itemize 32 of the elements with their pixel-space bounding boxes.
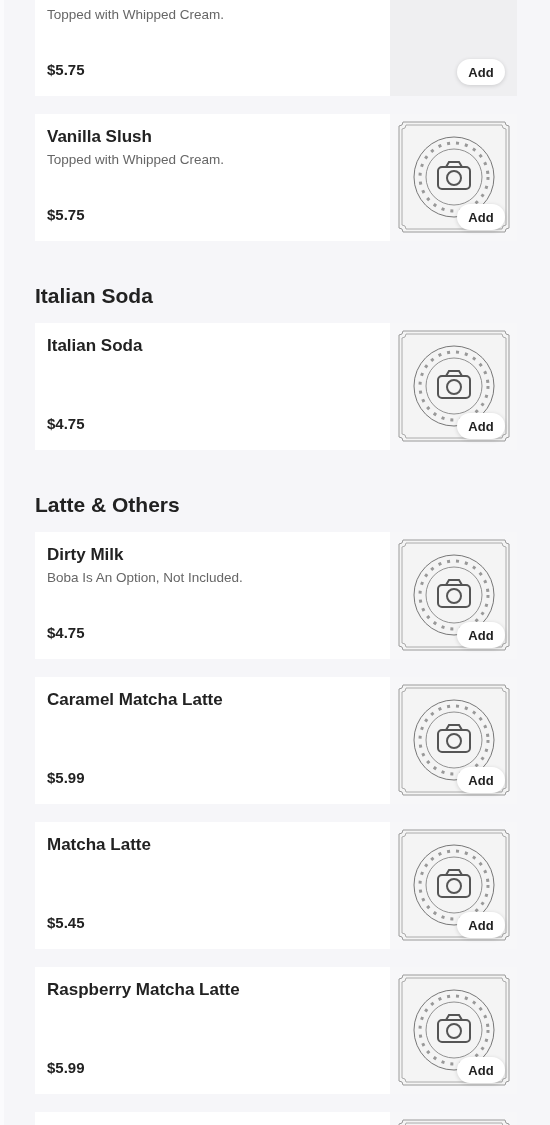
item-description: Boba Is An Option, Not Included. xyxy=(47,569,244,587)
add-button[interactable]: Add xyxy=(457,1057,505,1083)
item-price: $5.99 xyxy=(47,769,86,786)
item-name: Dirty Milk xyxy=(47,544,125,566)
add-button[interactable]: Add xyxy=(457,767,505,793)
add-button[interactable]: Add xyxy=(457,204,505,230)
item-price: $5.75 xyxy=(47,61,86,78)
item-name: Matcha Latte xyxy=(47,834,152,856)
menu-item-card[interactable]: Topped with Whipped Cream. $5.75 Add xyxy=(35,0,517,96)
item-description: Topped with Whipped Cream. xyxy=(47,151,226,169)
section-heading: Latte & Others xyxy=(35,492,181,518)
add-button[interactable]: Add xyxy=(457,622,505,648)
item-price: $5.75 xyxy=(47,206,86,223)
item-price: $4.75 xyxy=(47,415,86,432)
item-name: Vanilla Slush xyxy=(47,126,153,148)
menu-item-card[interactable]: Vanilla Slush Topped with Whipped Cream. $5.75 Add xyxy=(35,114,517,241)
item-price: $4.75 xyxy=(47,624,86,641)
add-button[interactable]: Add xyxy=(457,912,505,938)
menu-item-card[interactable]: Italian Soda $4.75 Add xyxy=(35,323,517,450)
item-price: $5.45 xyxy=(47,914,86,931)
menu-item-card[interactable]: Raspberry Matcha Latte $5.99 Add xyxy=(35,967,517,1094)
item-description: Topped with Whipped Cream. xyxy=(47,6,226,24)
add-button[interactable]: Add xyxy=(457,413,505,439)
item-name: Italian Soda xyxy=(47,335,144,357)
section-heading: Italian Soda xyxy=(35,283,154,309)
menu-item-card[interactable]: Caramel Matcha Latte $5.99 Add xyxy=(35,677,517,804)
menu-item-card[interactable]: Matcha Latte $5.45 Add xyxy=(35,822,517,949)
item-price: $5.99 xyxy=(47,1059,86,1076)
menu-item-card[interactable]: Dirty Milk Boba Is An Option, Not Included. $4.75 Add xyxy=(35,532,517,659)
add-button[interactable]: Add xyxy=(457,59,505,85)
item-name: Caramel Matcha Latte xyxy=(47,689,224,711)
item-name: Raspberry Matcha Latte xyxy=(47,979,241,1001)
